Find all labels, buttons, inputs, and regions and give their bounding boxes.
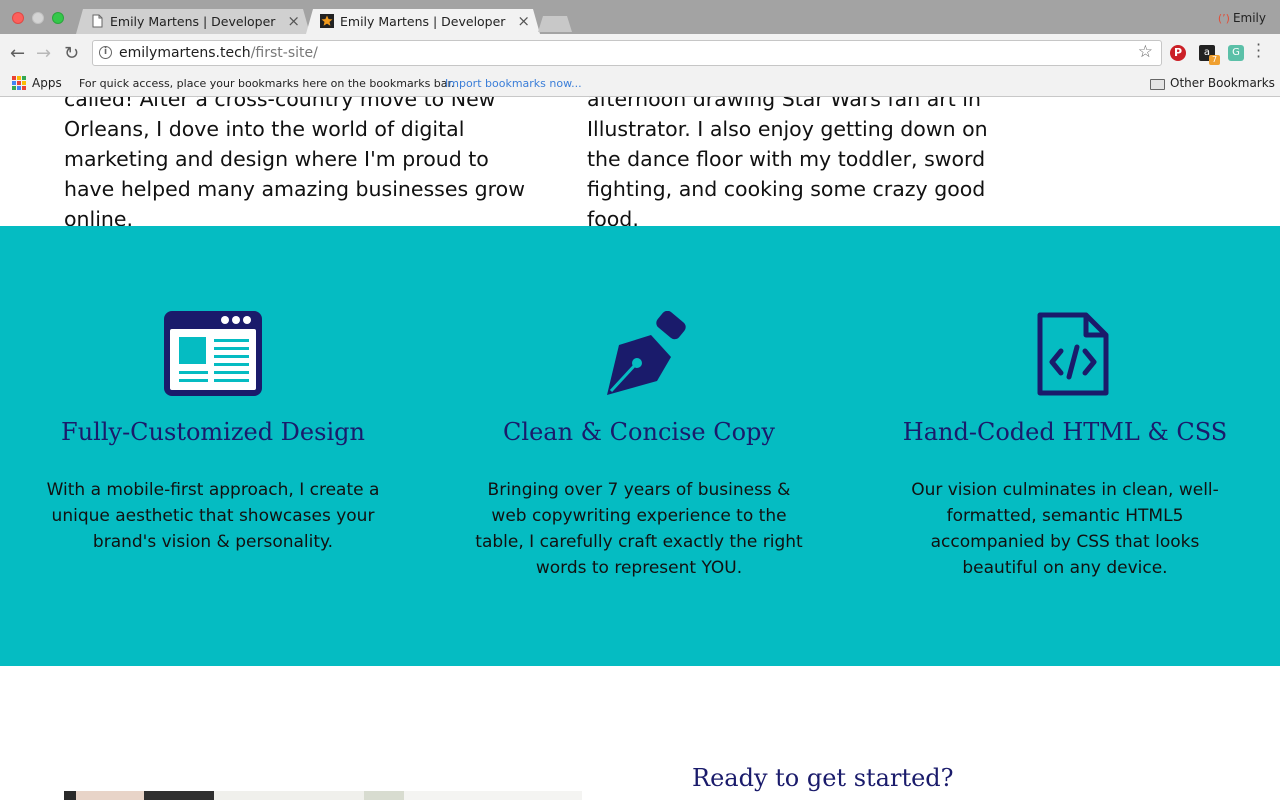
cta-heading: Ready to get started?: [692, 764, 954, 792]
close-tab-icon[interactable]: ×: [517, 12, 530, 30]
address-bar[interactable]: i emilymartens.tech/first-site/ ☆: [92, 40, 1162, 66]
fountain-pen-icon: [607, 311, 686, 395]
browser-layout-icon: [164, 311, 262, 396]
profile-photo: [64, 791, 582, 800]
menu-icon[interactable]: · · ·: [1256, 37, 1261, 65]
close-tab-icon[interactable]: ×: [287, 12, 300, 30]
about-text-left: called! After a cross-country move to Ne…: [64, 97, 525, 231]
profile-button[interactable]: (ʼ) Emily: [1218, 11, 1266, 25]
browser-tab-2[interactable]: Emily Martens | Developer ×: [306, 9, 540, 34]
back-arrow-icon[interactable]: ←: [10, 43, 25, 64]
service-title: Fully-Customized Design: [61, 418, 365, 446]
page-viewport: called! After a cross-country move to Ne…: [0, 97, 1280, 800]
page-icon: [92, 14, 103, 28]
browser-toolbar: ← → ↻ i emilymartens.tech/first-site/ ☆ …: [0, 34, 1280, 72]
bookmark-star-icon[interactable]: ☆: [1138, 42, 1153, 62]
other-bookmarks-button[interactable]: Other Bookmarks: [1170, 76, 1275, 90]
profile-icon: (ʼ): [1217, 12, 1230, 25]
bookmarks-bar: Apps For quick access, place your bookma…: [0, 72, 1280, 97]
service-title: Hand-Coded HTML & CSS: [902, 418, 1228, 446]
tab-title: Emily Martens | Developer: [110, 14, 276, 29]
tab-title: Emily Martens | Developer: [340, 14, 506, 29]
apps-shortcut[interactable]: Apps: [32, 76, 62, 90]
forward-arrow-icon[interactable]: →: [36, 43, 51, 64]
service-description: Bringing over 7 years of business & web …: [475, 480, 803, 578]
services-section: Fully-Customized Design With a mobile-fi…: [0, 226, 1280, 666]
info-icon[interactable]: i: [99, 46, 112, 59]
service-description: Our vision culminates in clean, well-for…: [911, 480, 1219, 578]
browser-tab-strip: Emily Martens | Developer × Emily Marten…: [0, 0, 1280, 34]
about-text-right: afternoon drawing Star Wars fan art in I…: [587, 97, 988, 231]
extension-badge: 7: [1209, 55, 1220, 65]
reload-icon[interactable]: ↻: [64, 43, 79, 64]
profile-name: Emily: [1232, 11, 1266, 25]
bookmarks-hint: For quick access, place your bookmarks h…: [79, 77, 455, 90]
code-file-icon: [1037, 312, 1109, 396]
amazon-extension-icon[interactable]: a7: [1199, 45, 1220, 65]
grammarly-extension-icon[interactable]: G: [1228, 45, 1244, 61]
service-title: Clean & Concise Copy: [503, 418, 775, 446]
url-text[interactable]: emilymartens.tech/first-site/: [119, 45, 318, 61]
folder-icon: [1150, 79, 1165, 90]
new-tab-button[interactable]: [538, 16, 572, 32]
browser-tab-1[interactable]: Emily Martens | Developer ×: [76, 9, 310, 34]
apps-grid-icon[interactable]: [12, 76, 26, 90]
import-bookmarks-link[interactable]: Import bookmarks now...: [445, 77, 582, 90]
maximize-window-button[interactable]: [52, 12, 64, 24]
pinterest-extension-icon[interactable]: P: [1170, 45, 1186, 61]
service-description: With a mobile-first approach, I create a…: [46, 480, 380, 552]
star-favicon-icon: [320, 14, 334, 28]
close-window-button[interactable]: [12, 12, 24, 24]
minimize-window-button[interactable]: [32, 12, 44, 24]
